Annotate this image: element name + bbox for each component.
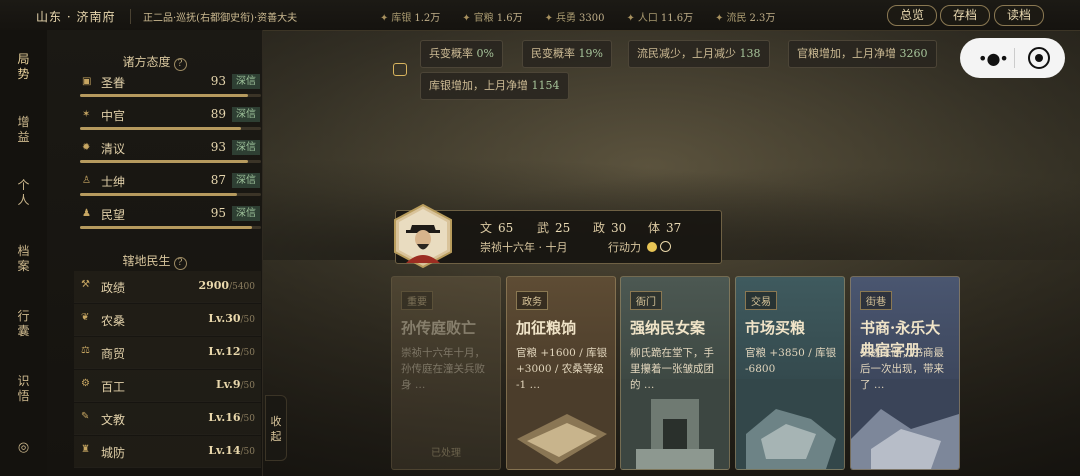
left-nav: 局势 增益 个人 档案 行囊 识悟 ◎: [0, 30, 48, 476]
attitude-row: ✹ 清议 93 深信: [74, 140, 288, 172]
save-button[interactable]: 存档: [940, 5, 990, 26]
collapse-button[interactable]: 收起: [265, 395, 287, 461]
message-icon[interactable]: [393, 63, 407, 76]
nav-insight[interactable]: 识悟: [0, 374, 47, 404]
trust-badge: 深信: [232, 140, 260, 155]
action-point-filled: [647, 242, 657, 252]
trust-badge: 深信: [232, 173, 260, 188]
livelihood-title: 辖地民生?: [47, 252, 262, 270]
livelihood-row[interactable]: ⚙ 百工 Lv.9/50: [74, 370, 261, 402]
attitude-bar: [80, 226, 261, 229]
livelihood-icon: ⚖: [81, 345, 90, 356]
attitude-bar: [80, 160, 261, 163]
faction-icon: ✶: [82, 109, 91, 120]
mini-program-capsule: •●•: [960, 38, 1065, 78]
livelihood-icon: ♜: [81, 444, 90, 455]
event-card-trade[interactable]: 交易 市场买粮 官粮 +3850 / 库银 -6800: [735, 276, 845, 470]
resource-grain: ✦ 官粮 1.6万: [462, 13, 523, 24]
more-icon[interactable]: •●•: [978, 49, 1009, 68]
help-icon[interactable]: ?: [173, 257, 187, 270]
attitude-bar: [80, 127, 261, 130]
official-rank: 正二品·巡抚(右都御史衔)·资善大夫: [130, 9, 297, 24]
attitude-bar: [80, 193, 261, 196]
attitude-row: ♙ 士绅 87 深信: [74, 173, 288, 205]
resource-soldiers: ✦ 兵勇 3300: [544, 13, 605, 24]
close-target-icon[interactable]: [1028, 47, 1050, 69]
nav-personal[interactable]: 个人: [0, 178, 47, 208]
livelihood-icon: ⚙: [81, 378, 90, 389]
livelihood-icon: ❦: [81, 312, 90, 323]
top-bar: 山东 · 济南府 正二品·巡抚(右都御史衔)·资善大夫 ✦ 库银 1.2万 ✦ 官粮 1…: [0, 0, 1080, 31]
faction-icon: ▣: [82, 76, 92, 87]
load-button[interactable]: 读档: [994, 5, 1044, 26]
event-card-important[interactable]: 重要 孙传庭败亡 崇祯十六年十月，孙传庭在潼关兵败身 … 已处理: [391, 276, 501, 470]
settings-icon[interactable]: ◎: [0, 440, 47, 455]
attitude-row: ♟ 民望 95 深信: [74, 206, 288, 238]
faction-icon: ✹: [82, 142, 91, 153]
stat-wu: 武 25: [537, 221, 571, 235]
resource-silver: ✦ 库银 1.2万: [380, 13, 441, 24]
news-pill: 流民减少，上月减少 138: [628, 40, 770, 68]
faction-icon: ♟: [82, 208, 91, 219]
population-icon: ✦: [626, 13, 635, 24]
trust-badge: 深信: [232, 206, 260, 221]
event-card-yamen[interactable]: 衙门 强纳民女案 柳氏跪在堂下，手里攥着一张皱成团的 …: [620, 276, 730, 470]
resource-refugees: ✦ 流民 2.3万: [715, 13, 776, 24]
location-title: 山东 · 济南府: [36, 10, 116, 24]
attitude-row: ▣ 圣眷 93 深信: [74, 74, 288, 106]
help-icon[interactable]: ?: [173, 58, 187, 71]
livelihood-icon: ✎: [81, 411, 90, 422]
stat-wen: 文 65: [480, 221, 514, 235]
refugee-icon: ✦: [715, 13, 724, 24]
action-point-empty: [660, 241, 671, 252]
livelihood-row[interactable]: ⚖ 商贸 Lv.12/50: [74, 337, 261, 369]
nav-buffs[interactable]: 增益: [0, 115, 47, 145]
status-panel: 诸方态度? ▣ 圣眷 93 深信 ✶ 中官 89 深信 ✹ 清议 93 深信 ♙ 士绅 87 深信 ♟ 民望 95 深…: [47, 30, 263, 476]
livelihood-row[interactable]: ✎ 文教 Lv.16/50: [74, 403, 261, 435]
livelihood-row[interactable]: ❦ 农桑 Lv.30/50: [74, 304, 261, 336]
game-date: 崇祯十六年 · 十月: [480, 241, 568, 254]
character-portrait[interactable]: [390, 203, 456, 269]
grain-icon: ✦: [462, 13, 471, 24]
resource-population: ✦ 人口 11.6万: [626, 13, 694, 24]
attitudes-title: 诸方态度?: [47, 53, 262, 71]
soldier-icon: ✦: [544, 13, 553, 24]
trust-badge: 深信: [232, 74, 260, 89]
nav-situation[interactable]: 局势: [0, 52, 47, 82]
news-pill: 官粮增加，上月净增 3260: [788, 40, 937, 68]
livelihood-icon: ⚒: [81, 279, 90, 290]
livelihood-row[interactable]: ♜ 城防 Lv.14/50: [74, 436, 261, 468]
livelihood-row[interactable]: ⚒ 政绩 2900/5400: [74, 271, 261, 303]
news-pill: 库银增加，上月净增 1154: [420, 72, 569, 100]
event-card-street[interactable]: 街巷 书商·永乐大典宿字册 归途末路，书商最后一次出现，带来了 …: [850, 276, 960, 470]
resource-stats: ✦ 库银 1.2万 ✦ 官粮 1.6万 ✦ 兵勇 3300 ✦ 人口 11.6万 ✦ 流民 2.3万: [380, 9, 775, 24]
faction-icon: ♙: [82, 175, 91, 186]
news-pill: 民变概率 19%: [522, 40, 612, 68]
stat-zheng: 政 30: [593, 221, 627, 235]
attitude-row: ✶ 中官 89 深信: [74, 107, 288, 139]
nav-bag[interactable]: 行囊: [0, 309, 47, 339]
trust-badge: 深信: [232, 107, 260, 122]
news-pill: 兵变概率 0%: [420, 40, 503, 68]
silver-icon: ✦: [380, 13, 389, 24]
event-card-affairs[interactable]: 政务 加征粮饷 官粮 +1600 / 库银 +3000 / 农桑等级 -1 …: [506, 276, 616, 470]
overview-button[interactable]: 总览: [887, 5, 937, 26]
nav-archive[interactable]: 档案: [0, 244, 47, 274]
action-points: 行动力: [608, 239, 671, 255]
stat-ti: 体 37: [648, 221, 682, 235]
handled-status: 已处理: [431, 448, 461, 459]
attitude-bar: [80, 94, 261, 97]
